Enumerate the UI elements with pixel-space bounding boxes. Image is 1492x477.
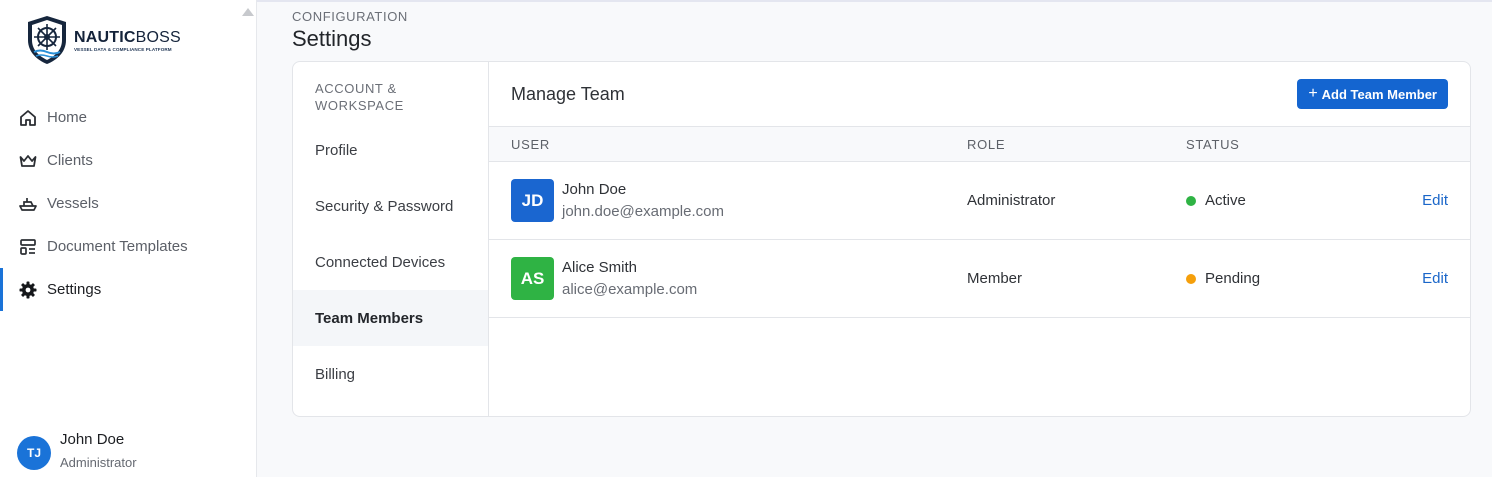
member-name: John Doe	[562, 181, 627, 198]
sidebar-item-settings[interactable]: Settings	[0, 268, 256, 311]
page-eyebrow: CONFIGURATION	[292, 9, 408, 24]
add-team-member-label: Add Team Member	[1321, 86, 1437, 102]
status-dot-icon	[1186, 273, 1196, 284]
sidebar-item-label: Clients	[47, 152, 93, 169]
sidebar-item-label: Home	[47, 109, 88, 126]
table-header: USER ROLE STATUS	[489, 127, 1470, 162]
member-name: Alice Smith	[562, 259, 638, 276]
member-email: john.doe@example.com	[562, 203, 724, 220]
brand-logo[interactable]: NAUTICBOSS VESSEL DATA & COMPLIANCE PLAT…	[24, 14, 181, 66]
sidebar: NAUTICBOSS VESSEL DATA & COMPLIANCE PLAT…	[0, 0, 257, 477]
submenu-item-team-members[interactable]: Team Members	[293, 290, 488, 346]
submenu-item-security[interactable]: Security & Password	[293, 178, 488, 234]
table-row: JD John Doe john.doe@example.com Adminis…	[489, 162, 1470, 240]
sidebar-item-label: Settings	[47, 281, 102, 298]
sidebar-item-document-templates[interactable]: Document Templates	[0, 225, 256, 268]
status-dot-icon	[1186, 195, 1196, 206]
template-icon	[19, 238, 37, 256]
avatar: AS	[511, 257, 554, 300]
member-email: alice@example.com	[562, 281, 698, 298]
member-role: Administrator	[967, 192, 1056, 209]
main-nav: Home Clients Vessels Document Templates	[0, 96, 256, 311]
plus-icon: +	[1308, 85, 1318, 102]
column-header-role: ROLE	[967, 137, 1006, 152]
app-root: NAUTICBOSS VESSEL DATA & COMPLIANCE PLAT…	[0, 0, 1492, 477]
add-team-member-button[interactable]: + Add Team Member	[1297, 79, 1448, 109]
current-user[interactable]: TJ John Doe Administrator	[17, 430, 137, 470]
team-panel-title: Manage Team	[511, 83, 625, 104]
gear-icon	[19, 281, 37, 299]
avatar: TJ	[17, 436, 51, 470]
sidebar-item-clients[interactable]: Clients	[0, 139, 256, 182]
member-role: Member	[967, 270, 1023, 287]
ship-icon	[19, 195, 37, 213]
brand-tagline: VESSEL DATA & COMPLIANCE PLATFORM	[74, 47, 172, 52]
settings-submenu: ACCOUNT & WORKSPACE Profile Security & P…	[293, 62, 489, 416]
page-title: Settings	[292, 26, 372, 51]
status-badge: Pending	[1186, 270, 1260, 287]
current-user-role: Administrator	[60, 455, 137, 470]
status-label: Pending	[1205, 270, 1261, 287]
table-row: AS Alice Smith alice@example.com Member …	[489, 240, 1470, 318]
submenu-item-connected-devices[interactable]: Connected Devices	[293, 234, 488, 290]
scroll-up-arrow[interactable]	[242, 8, 254, 16]
submenu-item-profile[interactable]: Profile	[293, 122, 488, 178]
crown-icon	[19, 152, 37, 170]
current-user-name: John Doe	[60, 431, 125, 448]
sidebar-item-label: Document Templates	[47, 238, 188, 255]
edit-link[interactable]: Edit	[1422, 192, 1448, 209]
sidebar-item-label: Vessels	[47, 195, 99, 212]
status-label: Active	[1205, 192, 1246, 209]
brand-name: NAUTICBOSS	[74, 29, 181, 46]
team-panel: Manage Team + Add Team Member USER ROLE …	[489, 62, 1470, 416]
submenu-item-billing[interactable]: Billing	[293, 346, 488, 402]
avatar: JD	[511, 179, 554, 222]
status-badge: Active	[1186, 192, 1246, 209]
sidebar-item-home[interactable]: Home	[0, 96, 256, 139]
home-icon	[19, 109, 37, 127]
edit-link[interactable]: Edit	[1422, 270, 1448, 287]
main-content: CONFIGURATION Settings ACCOUNT & WORKSPA…	[257, 0, 1492, 477]
team-panel-header: Manage Team + Add Team Member	[489, 62, 1470, 127]
submenu-heading: ACCOUNT & WORKSPACE	[315, 81, 404, 113]
ship-wheel-shield-icon	[28, 16, 66, 64]
sidebar-item-vessels[interactable]: Vessels	[0, 182, 256, 225]
settings-card: ACCOUNT & WORKSPACE Profile Security & P…	[292, 61, 1471, 417]
column-header-user: USER	[511, 137, 550, 152]
column-header-status: STATUS	[1186, 137, 1240, 152]
